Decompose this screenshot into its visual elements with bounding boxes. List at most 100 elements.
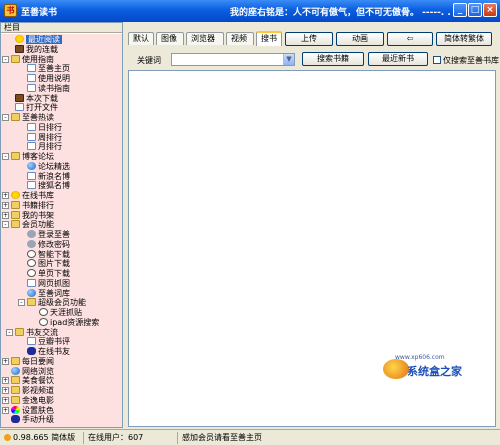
collapse-icon[interactable]: - xyxy=(2,153,9,160)
tree-item[interactable]: 打开文件 xyxy=(15,103,58,113)
collapse-icon[interactable]: - xyxy=(18,299,25,307)
upload-button[interactable]: 上传 xyxy=(285,32,333,46)
tree-item[interactable]: 网页抓图 xyxy=(27,278,70,289)
tree-item-label: 使用指南 xyxy=(22,54,54,64)
title-bar: 书 至善读书 我的座右铭是：人不可有傲气，但不可无傲骨。 -----. . . … xyxy=(0,0,500,22)
search-icon xyxy=(39,308,48,316)
tree-item[interactable]: 周排行 xyxy=(27,132,62,143)
tree-item[interactable]: + 我的书架 xyxy=(2,210,54,221)
tree-item[interactable]: 智能下载 xyxy=(27,249,70,260)
tree-item[interactable]: - 至善热读 xyxy=(2,113,54,123)
expand-icon[interactable]: + xyxy=(2,377,9,385)
tree-item[interactable]: 天涯抓贴 xyxy=(39,308,82,318)
tree-item-label: 至善热读 xyxy=(22,113,54,122)
doc-icon xyxy=(27,74,36,82)
tree-item[interactable]: 图片下载 xyxy=(27,259,70,269)
folder-icon xyxy=(11,395,20,404)
tree-item[interactable]: 使用说明 xyxy=(27,74,70,84)
expand-icon[interactable]: + xyxy=(2,406,9,414)
expand-icon[interactable]: + xyxy=(2,387,9,394)
tree-item-label: 至善主页 xyxy=(38,64,70,74)
tree-item[interactable]: 修改密码 xyxy=(27,239,70,250)
tree-item[interactable]: - 会员功能 xyxy=(2,220,54,230)
tree-item[interactable]: - 博客论坛 xyxy=(2,152,54,162)
expand-icon[interactable]: + xyxy=(2,211,9,219)
tree-item-label: 每日要闻 xyxy=(22,356,54,366)
status-message: 感加会员请看至善主页 xyxy=(182,433,262,442)
gear-icon xyxy=(27,230,36,238)
tree-item[interactable]: 月排行 xyxy=(27,142,62,152)
keyword-combobox[interactable]: ▼ xyxy=(171,53,295,66)
tree-item[interactable]: 搜狐名博 xyxy=(27,181,70,191)
tree-item[interactable]: 豆瓣书评 xyxy=(27,337,70,347)
tree-item[interactable]: 手动升级 xyxy=(11,415,54,425)
minimize-button[interactable]: _ xyxy=(453,3,467,17)
expand-icon[interactable]: + xyxy=(2,201,9,209)
tree-item[interactable]: 至善词库 xyxy=(27,288,70,299)
only-zhishan-checkbox[interactable] xyxy=(433,56,441,64)
folder-icon xyxy=(11,152,20,160)
tree-item[interactable]: + 在线书库 xyxy=(2,191,54,201)
category-tree[interactable]: 最近阅读 我的连载 - 使用指南 至善主页 使用说明 读书指南 本次下载 打开文件 - 至善热读 日排… xyxy=(1,34,122,427)
tree-item[interactable]: - 使用指南 xyxy=(2,54,54,65)
tab[interactable]: 默认 xyxy=(128,32,154,45)
tree-item[interactable]: 论坛精选 xyxy=(27,161,70,172)
tree-item[interactable]: - 书友交流 xyxy=(6,327,58,338)
tree-item[interactable]: + 设置肤色 xyxy=(2,405,54,416)
globe-icon xyxy=(27,288,36,297)
tree-item-label: 金逸电影 xyxy=(22,395,54,405)
tree-item[interactable]: - 超级会员功能 xyxy=(18,298,86,308)
doc-icon xyxy=(27,83,36,92)
collapse-icon[interactable]: - xyxy=(6,328,13,336)
only-zhishan-label: 仅搜索至善书库 xyxy=(443,56,499,65)
tab[interactable]: 搜书 xyxy=(256,31,282,46)
collapse-icon[interactable]: - xyxy=(2,114,9,121)
tree-item-label: 书籍排行 xyxy=(22,200,54,210)
maximize-button[interactable]: □ xyxy=(468,3,482,17)
search-icon xyxy=(27,249,36,258)
latest-books-button[interactable]: 最近新书 xyxy=(368,52,428,66)
watermark-emblem-icon xyxy=(383,359,409,379)
tree-item[interactable]: ipad资源搜索 xyxy=(39,317,99,328)
search-books-button[interactable]: 搜索书籍 xyxy=(302,52,364,66)
tree-item[interactable]: + 金逸电影 xyxy=(2,395,54,406)
tree-item[interactable]: + 书籍排行 xyxy=(2,200,54,211)
status-version-text: 0.98.665 简体版 xyxy=(13,433,76,442)
collapse-icon[interactable]: - xyxy=(2,221,9,229)
tree-item[interactable]: 最近阅读 xyxy=(15,35,62,45)
back-button[interactable]: ⇦ xyxy=(387,32,433,46)
tree-item[interactable]: + 每日要闻 xyxy=(2,356,54,367)
tree-item-label: 在线书友 xyxy=(38,347,70,356)
tree-item[interactable]: 本次下载 xyxy=(15,93,58,104)
tree-item-label: 搜狐名博 xyxy=(38,181,70,191)
chevron-down-icon[interactable]: ▼ xyxy=(283,54,294,65)
tree-item-label: 我的连载 xyxy=(26,44,58,54)
tree-item-label: 美食餐饮 xyxy=(22,376,54,386)
expand-icon[interactable]: + xyxy=(2,192,9,199)
tree-item-label: 单页下载 xyxy=(38,269,70,278)
tree-item[interactable]: 在线书友 xyxy=(27,347,70,357)
tree-item[interactable]: + 影视频道 xyxy=(2,386,54,396)
tree-item[interactable]: 新浪名博 xyxy=(27,171,70,182)
tree-item[interactable]: 日排行 xyxy=(27,122,62,133)
tree-item[interactable]: 我的连载 xyxy=(15,44,58,55)
tree-item-label: 博客论坛 xyxy=(22,152,54,161)
status-dot-icon xyxy=(4,434,11,441)
tree-item[interactable]: 单页下载 xyxy=(27,269,70,279)
tree-item-label: 书友交流 xyxy=(26,327,58,337)
expand-icon[interactable]: + xyxy=(2,396,9,404)
convert-traditional-button[interactable]: 简体转繁体 xyxy=(436,32,492,46)
tree-item[interactable]: 至善主页 xyxy=(27,64,70,74)
tree-item[interactable]: 登录至善 xyxy=(27,230,70,240)
tab[interactable]: 浏览器 xyxy=(186,32,224,45)
animation-button[interactable]: 动画 xyxy=(336,32,384,46)
tree-item[interactable]: 网络浏览 xyxy=(11,366,54,377)
collapse-icon[interactable]: - xyxy=(2,55,9,63)
close-button[interactable]: × xyxy=(483,3,497,17)
expand-icon[interactable]: + xyxy=(2,357,9,365)
tab[interactable]: 图像 xyxy=(156,32,184,45)
tree-item[interactable]: 读书指南 xyxy=(27,83,70,94)
tree-item[interactable]: + 美食餐饮 xyxy=(2,376,54,386)
folder-icon xyxy=(11,220,20,229)
tab[interactable]: 视频 xyxy=(226,32,254,45)
